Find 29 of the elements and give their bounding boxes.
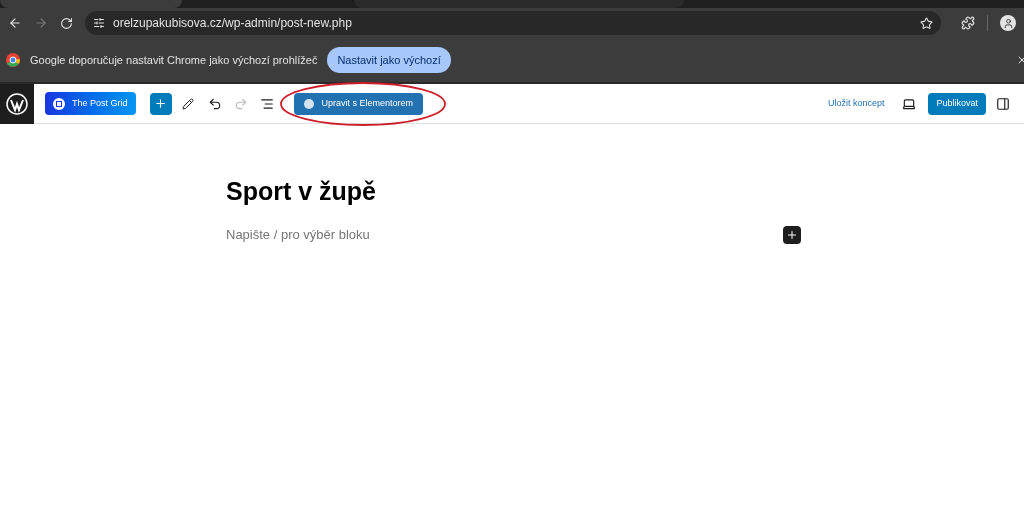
- site-info-icon[interactable]: [93, 17, 105, 29]
- elementor-icon: [303, 98, 314, 109]
- extensions-icon[interactable]: [961, 16, 975, 30]
- publish-button[interactable]: Publikovat: [928, 92, 986, 115]
- grid-icon: [53, 97, 65, 110]
- url-text: orelzupakubisova.cz/wp-admin/post-new.php: [113, 15, 353, 32]
- address-bar[interactable]: orelzupakubisova.cz/wp-admin/post-new.php: [85, 11, 941, 35]
- preview-icon[interactable]: [902, 96, 917, 111]
- reload-icon[interactable]: [60, 16, 73, 30]
- settings-panel-icon[interactable]: [996, 96, 1010, 111]
- plus-icon: [154, 97, 168, 110]
- undo-icon[interactable]: [207, 96, 222, 111]
- back-icon[interactable]: [8, 16, 22, 30]
- save-draft-button[interactable]: Uložit koncept: [827, 96, 885, 111]
- profile-avatar[interactable]: [1000, 15, 1016, 31]
- chrome-logo-icon: [6, 53, 20, 67]
- pencil-icon[interactable]: [181, 97, 194, 110]
- block-placeholder[interactable]: Napište / pro výběr bloku: [226, 225, 370, 245]
- wordpress-logo[interactable]: [0, 83, 34, 124]
- add-block-button[interactable]: [149, 92, 172, 115]
- bookmark-star-icon[interactable]: [920, 16, 933, 30]
- list-view-icon[interactable]: [259, 96, 274, 111]
- post-grid-button[interactable]: The Post Grid: [45, 92, 136, 115]
- plus-icon: [786, 229, 798, 241]
- infobar-message: Google doporučuje nastavit Chrome jako výchozí prohlížeč: [30, 52, 318, 68]
- set-default-button[interactable]: Nastavit jako výchozí: [327, 47, 451, 73]
- edit-with-elementor-button[interactable]: Upravit s Elementorem: [293, 92, 424, 115]
- post-title[interactable]: Sport v župě: [226, 176, 801, 208]
- add-block-button[interactable]: [783, 226, 801, 244]
